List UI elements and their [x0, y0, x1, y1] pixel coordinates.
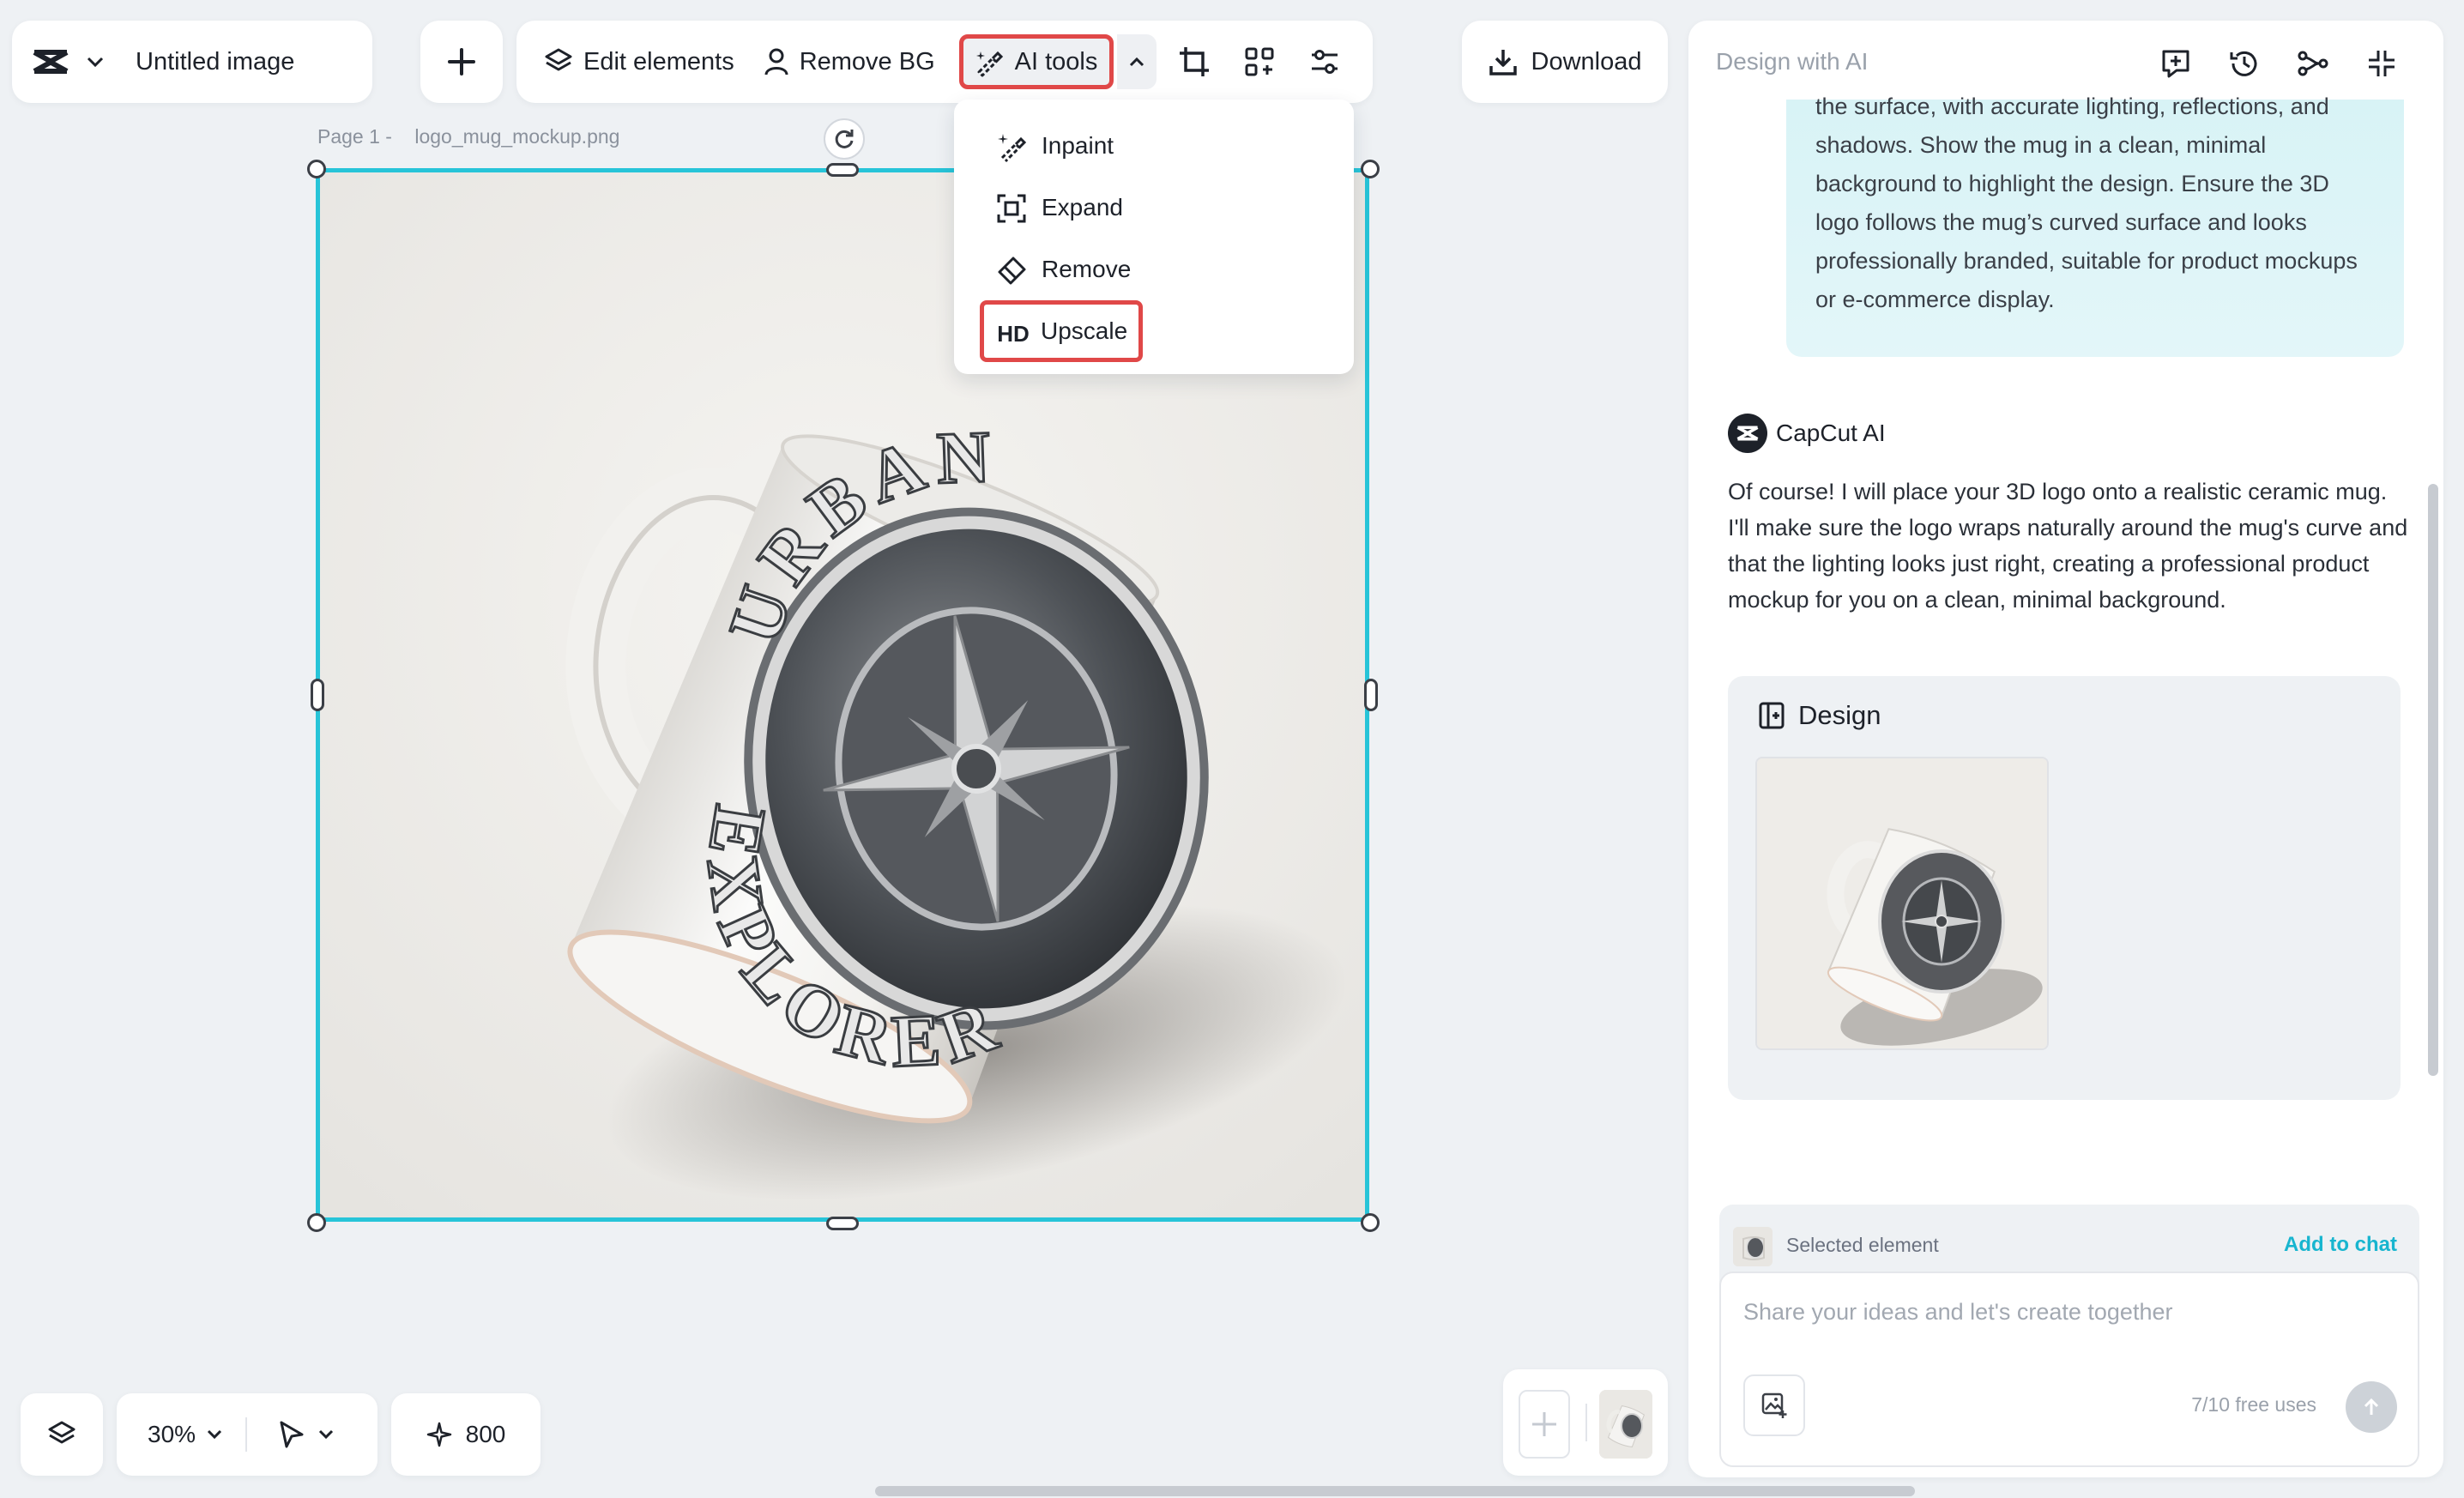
- page-label: Page 1 - logo_mug_mockup.png: [317, 125, 619, 148]
- user-message-bubble: the surface, with accurate lighting, ref…: [1786, 94, 2404, 357]
- resize-handle-left[interactable]: [311, 679, 324, 711]
- element-toolbar: Edit elements Remove BG AI tools: [516, 21, 1373, 103]
- ai-tools-menu: Inpaint Expand Remove HD Upscale: [954, 100, 1354, 374]
- layers-button[interactable]: [21, 1393, 103, 1476]
- divider: [1585, 1404, 1587, 1441]
- design-thumbnail-image[interactable]: [1755, 757, 2049, 1050]
- panel-scrollbar[interactable]: [2428, 484, 2438, 1076]
- menu-item-label: Inpaint: [1042, 132, 1114, 159]
- remove-bg-label: Remove BG: [799, 47, 935, 76]
- new-chat-icon[interactable]: [2157, 45, 2195, 82]
- add-to-chat-button[interactable]: Add to chat: [2284, 1233, 2397, 1257]
- panel-title: Design with AI: [1716, 48, 1869, 75]
- edit-elements-button[interactable]: Edit elements: [537, 33, 746, 91]
- person-icon: [764, 47, 800, 76]
- menu-item-label: Upscale: [1041, 317, 1128, 344]
- download-label: Download: [1531, 47, 1642, 76]
- credits-count: 800: [465, 1421, 506, 1447]
- ai-tools-label: AI tools: [1014, 47, 1098, 76]
- selected-element-thumbnail: [1733, 1227, 1773, 1266]
- chat-composer: 7/10 free uses: [1719, 1271, 2419, 1467]
- adjust-button[interactable]: [1297, 34, 1352, 89]
- layers-icon: [47, 1420, 76, 1449]
- resize-handle-top-right[interactable]: [1361, 160, 1380, 178]
- collapse-panel-icon[interactable]: [2363, 45, 2401, 82]
- resize-handle-bottom-right[interactable]: [1361, 1213, 1380, 1232]
- download-icon: [1489, 47, 1531, 76]
- menu-item-remove[interactable]: Remove: [968, 239, 1340, 300]
- capcut-logo-icon[interactable]: [31, 45, 70, 78]
- download-button[interactable]: Download: [1462, 21, 1668, 103]
- plus-icon: [1529, 1409, 1560, 1440]
- magic-brush-icon: [974, 46, 1015, 77]
- rotate-icon: [832, 127, 856, 151]
- document-header: Untitled image: [12, 21, 372, 103]
- hd-icon: HD: [997, 320, 1030, 347]
- brush-sparkle-icon: [995, 130, 1028, 163]
- edit-elements-label: Edit elements: [583, 47, 734, 76]
- divider: [245, 1417, 248, 1452]
- file-name-label: logo_mug_mockup.png: [414, 125, 620, 148]
- chat-input[interactable]: [1743, 1299, 2361, 1326]
- assistant-name: CapCut AI: [1776, 420, 1886, 446]
- menu-item-label: Expand: [1042, 194, 1123, 220]
- free-uses-counter: 7/10 free uses: [2191, 1393, 2316, 1416]
- pages-strip: [1503, 1369, 1668, 1476]
- design-card-header: Design: [1757, 700, 1881, 731]
- user-message-text: the surface, with accurate lighting, ref…: [1815, 94, 2358, 312]
- menu-chevron-down-icon[interactable]: [86, 56, 105, 68]
- add-button[interactable]: [420, 21, 503, 103]
- zoom-controls: 30%: [117, 1393, 377, 1476]
- resize-handle-bottom-left[interactable]: [307, 1213, 326, 1232]
- zoom-level[interactable]: 30%: [148, 1421, 196, 1448]
- resize-handle-right[interactable]: [1364, 679, 1378, 711]
- rotate-handle[interactable]: [824, 118, 865, 160]
- image-add-icon: [1760, 1392, 1788, 1419]
- pointer-chevron-down-icon[interactable]: [317, 1429, 335, 1441]
- document-title[interactable]: Untitled image: [136, 48, 294, 76]
- layers-icon: [544, 47, 583, 76]
- pointer-tool-icon[interactable]: [278, 1420, 305, 1449]
- menu-item-expand[interactable]: Expand: [968, 177, 1340, 239]
- resize-handle-top-left[interactable]: [307, 160, 326, 178]
- capcut-ai-avatar-icon: [1728, 414, 1767, 453]
- share-branch-icon[interactable]: [2294, 45, 2332, 82]
- plus-icon: [447, 47, 476, 76]
- resize-handle-bottom[interactable]: [826, 1217, 859, 1230]
- credits-button[interactable]: 800: [391, 1393, 541, 1476]
- zoom-chevron-down-icon[interactable]: [206, 1429, 223, 1441]
- design-file-icon: [1757, 701, 1786, 730]
- sliders-icon: [1308, 45, 1341, 78]
- add-page-button[interactable]: [1519, 1390, 1570, 1459]
- crop-icon: [1178, 45, 1211, 78]
- expand-frame-icon: [995, 192, 1028, 225]
- send-button[interactable]: [2346, 1381, 2397, 1433]
- ai-tools-button[interactable]: AI tools: [958, 34, 1114, 89]
- horizontal-scrollbar[interactable]: [875, 1486, 1915, 1496]
- page-thumbnail[interactable]: [1599, 1390, 1652, 1459]
- ai-tools-collapse-button[interactable]: [1117, 34, 1157, 89]
- resize-handle-top[interactable]: [826, 163, 859, 177]
- remove-bg-button[interactable]: Remove BG: [746, 33, 947, 91]
- menu-item-upscale[interactable]: HD Upscale: [980, 300, 1143, 362]
- page-number-label: Page 1 -: [317, 125, 392, 148]
- grid-select-icon: [1243, 45, 1276, 78]
- design-card-title: Design: [1798, 700, 1881, 730]
- eraser-icon: [995, 254, 1028, 287]
- crop-button[interactable]: [1167, 34, 1222, 89]
- menu-item-label: Remove: [1042, 256, 1132, 282]
- arrow-up-icon: [2360, 1396, 2382, 1418]
- design-with-ai-panel: Design with AI the surface, with accurat…: [1688, 21, 2443, 1477]
- attach-image-button[interactable]: [1743, 1374, 1805, 1436]
- history-icon[interactable]: [2225, 45, 2263, 82]
- chevron-up-icon: [1128, 56, 1145, 68]
- sparkle-icon: [426, 1422, 466, 1447]
- design-result-card[interactable]: Design: [1728, 676, 2401, 1100]
- assistant-message-text: Of course! I will place your 3D logo ont…: [1728, 479, 2408, 613]
- selected-element-label: Selected element: [1786, 1234, 1939, 1256]
- smart-select-button[interactable]: [1232, 34, 1287, 89]
- menu-item-inpaint[interactable]: Inpaint: [968, 115, 1340, 177]
- assistant-header: CapCut AI: [1728, 414, 1886, 453]
